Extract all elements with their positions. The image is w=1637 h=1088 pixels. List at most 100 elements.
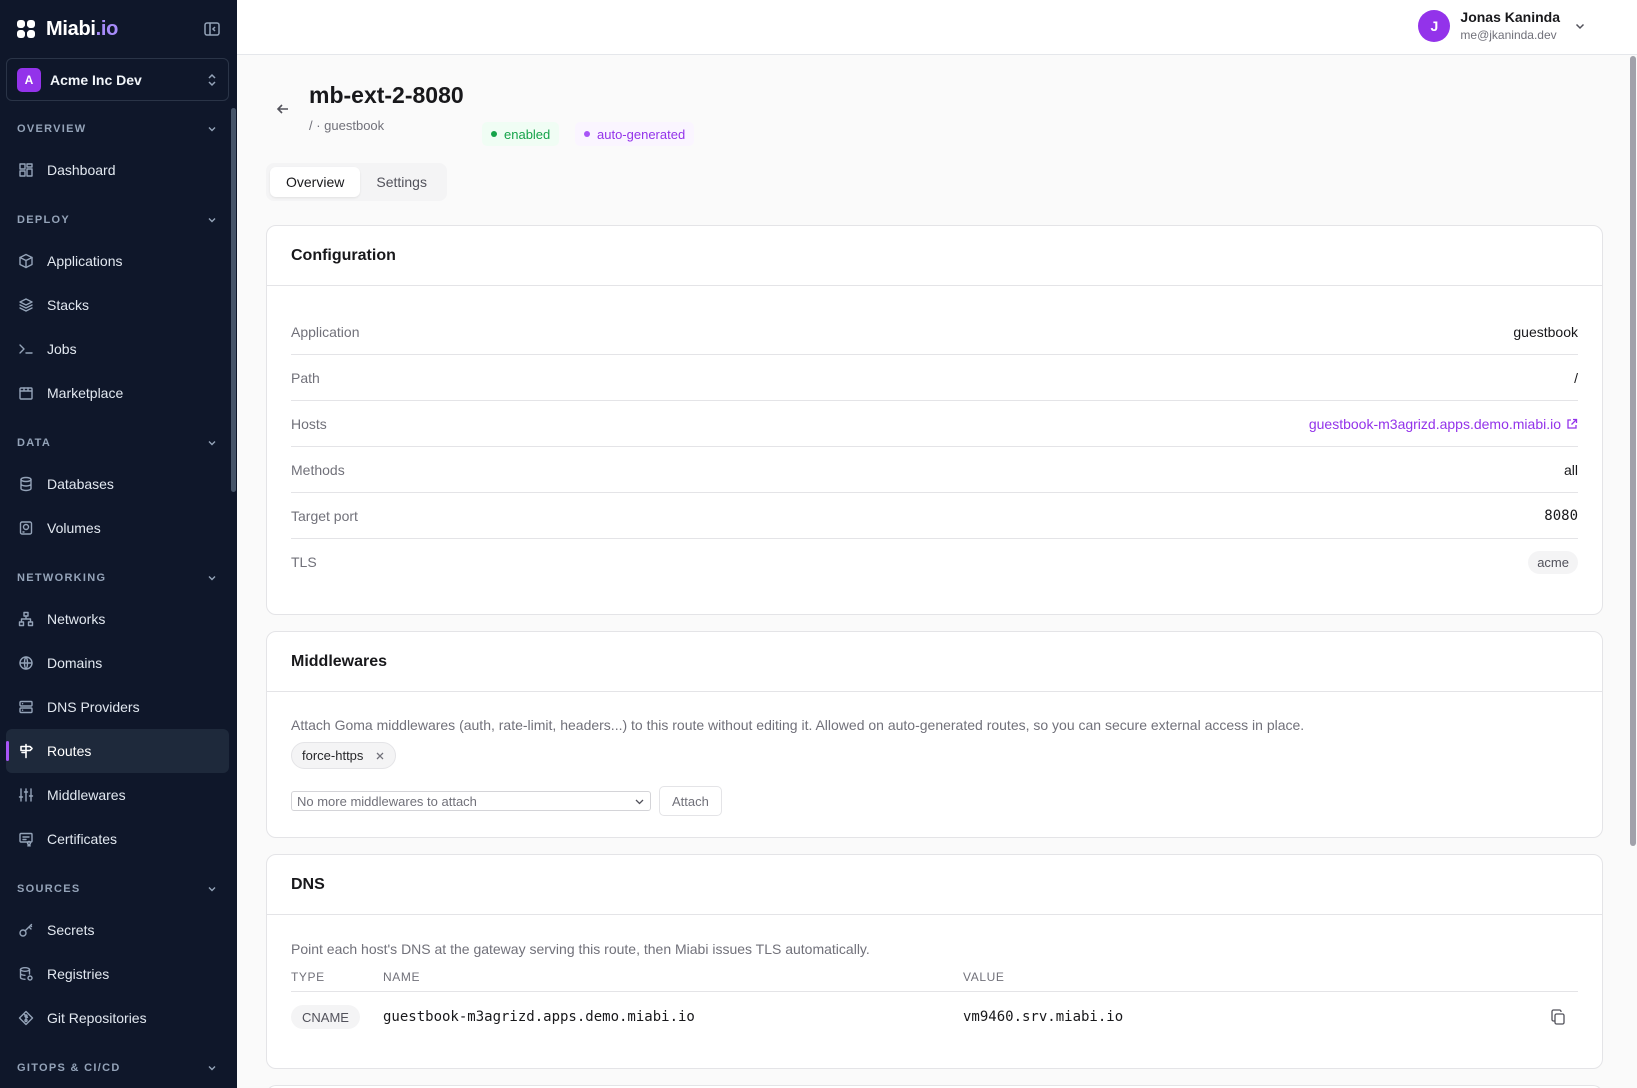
- sidebar-item-git-repositories[interactable]: Git Repositories: [6, 996, 229, 1040]
- back-arrow-icon[interactable]: [275, 101, 291, 117]
- chevron-down-icon: [1573, 19, 1587, 33]
- chevron-down-icon: [206, 1062, 218, 1074]
- config-row-application: Application guestbook: [291, 309, 1578, 355]
- user-email: me@jkaninda.dev: [1460, 28, 1557, 42]
- sidebar-item-label: Marketplace: [47, 385, 124, 401]
- sliders-icon: [18, 787, 34, 803]
- sidebar-section-header[interactable]: NETWORKING: [6, 567, 229, 589]
- middleware-select[interactable]: No more middlewares to attach: [291, 791, 651, 811]
- avatar: J: [1418, 9, 1451, 42]
- sidebar-item-label: Routes: [47, 743, 92, 759]
- sidebar-item-secrets[interactable]: Secrets: [6, 908, 229, 952]
- box-icon: [18, 253, 34, 269]
- sidebar-section: OVERVIEW Dashboard: [0, 118, 237, 192]
- key-icon: [18, 922, 34, 938]
- user-menu[interactable]: J Jonas Kaninda me@jkaninda.dev: [1418, 9, 1587, 42]
- brand-name: Miabi.io: [46, 17, 119, 40]
- sidebar-item-dashboard[interactable]: Dashboard: [6, 148, 229, 192]
- config-row-tls: TLS acme: [291, 539, 1578, 585]
- sidebar-section-title: OVERVIEW: [17, 123, 87, 135]
- sidebar-item-databases[interactable]: Databases: [6, 462, 229, 506]
- sidebar-item-applications[interactable]: Applications: [6, 239, 229, 283]
- sidebar-item-label: DNS Providers: [47, 699, 140, 715]
- sidebar: Miabi.io A Acme Inc Dev OVERVIEW Dashboar…: [0, 0, 237, 1088]
- sidebar-item-label: Certificates: [47, 831, 118, 847]
- sidebar-item-jobs[interactable]: Jobs: [6, 327, 229, 371]
- sidebar-item-certificates[interactable]: Certificates: [6, 817, 229, 861]
- tls-badge: acme: [1528, 550, 1578, 574]
- server-icon: [18, 699, 34, 715]
- page-scrollbar[interactable]: [1630, 56, 1636, 846]
- sidebar-section-header[interactable]: OVERVIEW: [6, 118, 229, 140]
- record-type-badge: CNAME: [291, 1005, 360, 1029]
- sidebar-section: GITOPS & CI/CDPipelines: [0, 1057, 237, 1088]
- config-row-methods: Methods all: [291, 447, 1578, 493]
- sidebar-item-volumes[interactable]: Volumes: [6, 506, 229, 550]
- status-badge-auto-generated: auto-generated: [575, 122, 695, 146]
- sidebar-section-title: NETWORKING: [17, 572, 107, 584]
- sidebar-item-label: Applications: [47, 253, 123, 269]
- sidebar-item-stacks[interactable]: Stacks: [6, 283, 229, 327]
- sidebar-item-networks[interactable]: Networks: [6, 597, 229, 641]
- status-badge-enabled: enabled: [482, 122, 560, 146]
- copy-icon[interactable]: [1550, 1009, 1566, 1025]
- sidebar-item-routes[interactable]: Routes: [6, 729, 229, 773]
- sidebar-item-label: Volumes: [47, 520, 101, 536]
- page-title: mb-ext-2-8080: [309, 82, 464, 108]
- chevron-down-icon: [206, 437, 218, 449]
- topbar: J Jonas Kaninda me@jkaninda.dev: [237, 0, 1637, 55]
- sidebar-section-header[interactable]: DATA: [6, 432, 229, 454]
- terminal-icon: [18, 341, 34, 357]
- chevron-down-icon: [206, 123, 218, 135]
- sidebar-section-title: DEPLOY: [17, 214, 71, 226]
- sidebar-section-header[interactable]: GITOPS & CI/CD: [6, 1057, 229, 1079]
- tab-bar: Overview Settings: [266, 163, 447, 201]
- layers-icon: [18, 297, 34, 313]
- sidebar-section-header[interactable]: DEPLOY: [6, 209, 229, 231]
- chevron-down-icon: [206, 883, 218, 895]
- middlewares-description: Attach Goma middlewares (auth, rate-limi…: [291, 717, 1305, 733]
- miabi-logo-icon: [16, 19, 36, 39]
- middlewares-card: Middlewares Attach Goma middlewares (aut…: [266, 631, 1603, 838]
- sidebar-item-label: Networks: [47, 611, 106, 627]
- org-avatar: A: [17, 67, 41, 92]
- record-value: vm9460.srv.miabi.io: [963, 1009, 1124, 1025]
- sidebar-item-label: Secrets: [47, 922, 95, 938]
- external-link-icon[interactable]: [1566, 418, 1578, 430]
- store-icon: [18, 385, 34, 401]
- sidebar-item-label: Middlewares: [47, 787, 126, 803]
- sidebar-item-label: Databases: [47, 476, 114, 492]
- org-switcher[interactable]: A Acme Inc Dev: [6, 58, 229, 101]
- hard-drive-icon: [18, 520, 34, 536]
- tab-settings[interactable]: Settings: [360, 167, 443, 197]
- globe-icon: [18, 655, 34, 671]
- sidebar-item-label: Jobs: [47, 341, 77, 357]
- sidebar-collapse-icon[interactable]: [203, 20, 221, 38]
- sidebar-scrollbar[interactable]: [231, 108, 236, 492]
- signpost-icon: [18, 743, 34, 759]
- attach-button[interactable]: Attach: [659, 786, 722, 816]
- sidebar-item-label: Git Repositories: [47, 1010, 147, 1026]
- sidebar-section-title: GITOPS & CI/CD: [17, 1062, 121, 1074]
- chevron-down-icon: [206, 214, 218, 226]
- sidebar-item-label: Dashboard: [47, 162, 116, 178]
- sidebar-item-dns-providers[interactable]: DNS Providers: [6, 685, 229, 729]
- dns-table-header: TYPE NAME VALUE: [291, 970, 1578, 992]
- card-title: Configuration: [291, 246, 396, 264]
- close-icon[interactable]: [375, 751, 385, 761]
- sidebar-item-registries[interactable]: Registries: [6, 952, 229, 996]
- dashboard-icon: [18, 162, 34, 178]
- status-dot-icon: [491, 131, 497, 137]
- chevron-down-icon: [206, 572, 218, 584]
- org-name: Acme Inc Dev: [50, 71, 142, 88]
- host-link[interactable]: guestbook-m3agrizd.apps.demo.miabi.io: [1309, 416, 1561, 432]
- tab-overview[interactable]: Overview: [270, 167, 361, 197]
- sidebar-section-header[interactable]: SOURCES: [6, 878, 229, 900]
- sidebar-item-marketplace[interactable]: Marketplace: [6, 371, 229, 415]
- sidebar-section: DEPLOY Applications Stacks Jobs Marketplace: [0, 209, 237, 415]
- sidebar-item-domains[interactable]: Domains: [6, 641, 229, 685]
- network-icon: [18, 611, 34, 627]
- sidebar-item-middlewares[interactable]: Middlewares: [6, 773, 229, 817]
- config-row-hosts: Hosts guestbook-m3agrizd.apps.demo.miabi…: [291, 401, 1578, 447]
- sidebar-section: NETWORKING Networks Domains DNS Providers Ro…: [0, 567, 237, 861]
